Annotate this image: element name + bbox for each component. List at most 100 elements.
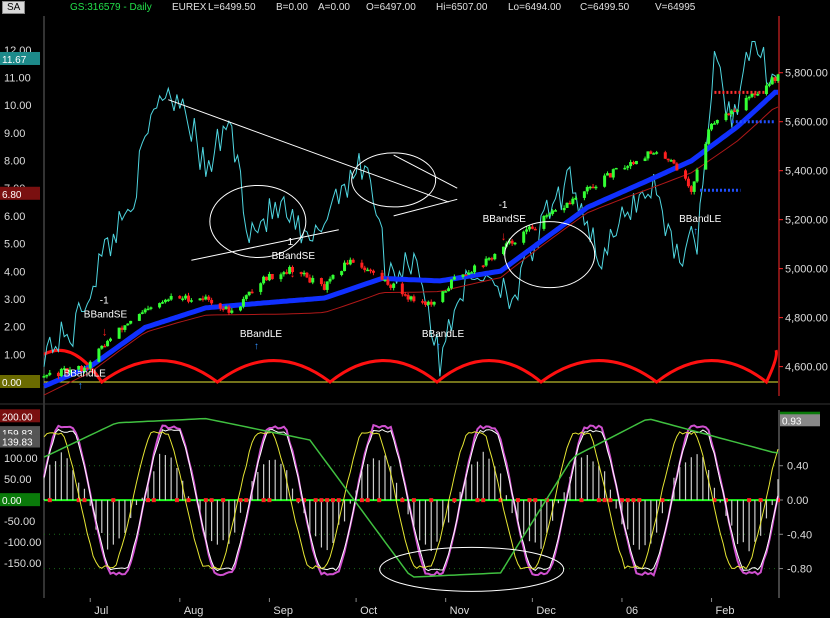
osc-right-tick-label: -0.40 bbox=[787, 529, 812, 541]
zero-marker bbox=[238, 498, 243, 503]
price-bar bbox=[548, 213, 552, 216]
price-bar bbox=[143, 309, 147, 313]
price-tick-label: 4,800.00 bbox=[785, 313, 828, 325]
price-bar bbox=[663, 152, 667, 159]
price-bar bbox=[319, 278, 323, 285]
price-bar bbox=[383, 279, 387, 282]
zero-marker bbox=[411, 498, 416, 503]
osc-right-tick-label: 0.40 bbox=[787, 461, 808, 473]
zero-marker bbox=[174, 498, 179, 503]
price-bar bbox=[747, 96, 751, 99]
zero-marker bbox=[400, 498, 405, 503]
price-bar bbox=[736, 110, 740, 112]
zero-marker bbox=[336, 498, 341, 503]
price-bar bbox=[160, 302, 164, 304]
chart-canvas[interactable]: 5,800.00 5,600.00 5,400.00 5,200.00 5,000.00… bbox=[0, 0, 830, 618]
price-bar bbox=[270, 273, 274, 280]
price-bar bbox=[689, 186, 693, 192]
price-bar bbox=[322, 284, 326, 290]
price-bar bbox=[574, 197, 578, 200]
price-bar bbox=[166, 299, 170, 302]
osc-left-tick-label: 50.00 bbox=[4, 474, 32, 486]
price-bar bbox=[608, 173, 612, 178]
zero-marker bbox=[625, 498, 630, 503]
price-bar bbox=[207, 296, 211, 300]
price-bar bbox=[669, 160, 673, 162]
price-bar bbox=[259, 283, 263, 292]
left-badge-label: 0.00 bbox=[2, 378, 22, 389]
price-bar bbox=[100, 345, 104, 349]
left-tick-label: 8.00 bbox=[4, 156, 25, 168]
price-bar bbox=[371, 270, 375, 273]
price-bar bbox=[724, 113, 728, 121]
osc-left-tick-label: -150.00 bbox=[4, 558, 41, 570]
price-bar bbox=[704, 143, 708, 170]
zero-marker bbox=[111, 498, 116, 503]
price-bar bbox=[470, 272, 474, 274]
osc-left-badge-label: 200.00 bbox=[2, 412, 33, 423]
price-bar bbox=[340, 271, 344, 275]
price-tick-label: 4,600.00 bbox=[785, 362, 828, 374]
price-bar bbox=[655, 152, 659, 154]
price-bar bbox=[250, 291, 254, 294]
zero-marker bbox=[296, 498, 301, 503]
zero-marker bbox=[533, 498, 538, 503]
price-bar bbox=[750, 93, 754, 97]
price-bar bbox=[389, 284, 393, 288]
left-tick-label: 4.00 bbox=[4, 266, 25, 278]
price-bar bbox=[210, 299, 214, 304]
price-bar bbox=[432, 301, 436, 305]
price-bar bbox=[146, 308, 150, 311]
left-tick-label: 5.00 bbox=[4, 239, 25, 251]
price-bar bbox=[169, 296, 173, 300]
zero-marker bbox=[608, 498, 613, 503]
price-bar bbox=[707, 129, 711, 144]
price-bar bbox=[527, 226, 531, 230]
price-bar bbox=[123, 325, 127, 330]
zero-marker bbox=[475, 498, 480, 503]
price-bar bbox=[400, 283, 404, 295]
price-bar bbox=[285, 272, 289, 274]
price-bar bbox=[45, 374, 49, 377]
price-bar bbox=[484, 258, 488, 266]
price-bar bbox=[198, 298, 202, 301]
price-bar bbox=[646, 151, 650, 159]
zero-marker bbox=[330, 498, 335, 503]
price-bar bbox=[730, 110, 734, 115]
price-bar bbox=[770, 77, 774, 85]
signal-number: -1 bbox=[499, 200, 508, 211]
price-bar bbox=[103, 345, 107, 348]
x-tick-label: Sep bbox=[273, 605, 293, 617]
price-bar bbox=[178, 296, 182, 299]
signal-arrow-down: ↓ bbox=[102, 325, 108, 339]
zero-marker bbox=[313, 498, 318, 503]
zero-marker bbox=[596, 498, 601, 503]
osc-right-tick-label: 0.00 bbox=[787, 495, 808, 507]
price-bar bbox=[744, 97, 748, 111]
price-bar bbox=[403, 294, 407, 296]
price-tick-label: 5,600.00 bbox=[785, 117, 828, 129]
price-bar bbox=[204, 296, 208, 300]
price-bar bbox=[493, 253, 497, 260]
price-bar bbox=[510, 240, 514, 244]
price-bar bbox=[423, 301, 427, 305]
price-bar bbox=[452, 276, 456, 280]
zero-marker bbox=[602, 498, 607, 503]
price-bar bbox=[562, 207, 566, 211]
price-bar bbox=[120, 327, 124, 330]
price-bar bbox=[565, 202, 569, 208]
zero-marker bbox=[527, 498, 532, 503]
price-bar bbox=[262, 276, 266, 284]
price-bar bbox=[56, 372, 60, 377]
price-bar bbox=[591, 186, 595, 189]
zero-marker bbox=[244, 498, 249, 503]
price-bar bbox=[487, 258, 491, 260]
zero-marker bbox=[579, 498, 584, 503]
price-bar bbox=[776, 74, 780, 81]
price-bar bbox=[186, 295, 190, 302]
price-bar bbox=[623, 167, 627, 170]
x-tick-label: Dec bbox=[536, 605, 556, 617]
x-tick-label: Nov bbox=[450, 605, 470, 617]
price-bar bbox=[305, 272, 309, 278]
price-bar bbox=[727, 113, 731, 116]
